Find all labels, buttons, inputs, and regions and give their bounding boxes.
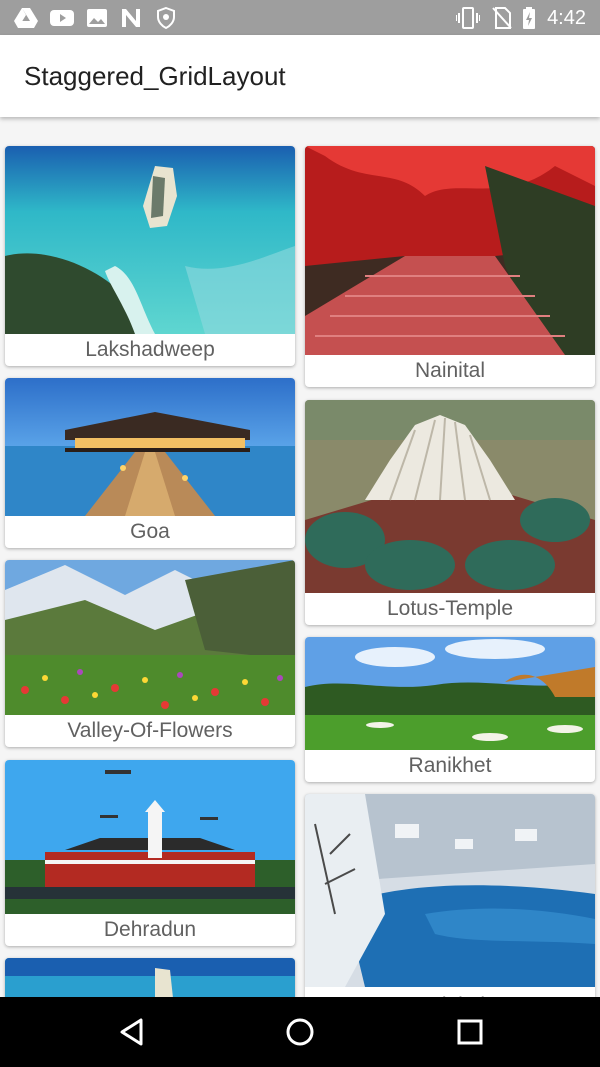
grid-card-label: Nainital [414,359,486,382]
nainital-image [305,146,595,355]
ranikhet-image [305,637,595,750]
no-sim-icon [492,7,512,29]
dehradun-image [5,760,295,914]
grid-card-partial[interactable] [5,958,295,997]
back-icon[interactable] [117,1017,147,1047]
grid-card-label: Valley-Of-Flowers [67,719,233,742]
grid-card-label: Goa [130,520,170,543]
grid-card-label: Nainital [305,987,595,997]
youtube-icon [50,7,74,29]
grid-card-ranikhet[interactable]: Ranikhet [305,637,595,782]
grid-card-valley-of-flowers[interactable]: Valley-Of-Flowers [5,560,295,747]
grid-card-goa[interactable]: Goa [5,378,295,548]
navigation-bar [0,997,600,1067]
grid-card-label: Ranikhet [408,754,492,777]
lakshadweep-image [5,146,295,334]
grid-card-lakshadweep[interactable]: Lakshadweep [5,146,295,366]
nainital-winter-image [305,794,595,987]
status-time: 4:42 [547,7,586,29]
home-icon[interactable] [285,1017,315,1047]
grid-card-lotus-temple[interactable]: Lotus-Temple [305,400,595,625]
battery-charging-icon [522,7,536,29]
app-title: Staggered_GridLayout [24,61,286,91]
recents-icon[interactable] [455,1017,485,1047]
grid-card-label: Dehradun [103,918,197,941]
lakshadweep-image-partial [5,958,295,997]
valley-of-flowers-image [5,560,295,715]
photos-icon [86,7,108,29]
grid-card-label: Lakshadweep [85,338,215,361]
n-app-icon [120,7,142,29]
grid-card-dehradun[interactable]: Dehradun [5,760,295,946]
staggered-grid[interactable]: Lakshadweep Goa Valley-Of-Flowers Dehrad… [0,117,600,997]
grid-card-nainital[interactable]: Nainital [305,146,595,387]
vibrate-icon [455,7,481,29]
grid-card-nainital-winter[interactable]: Nainital [305,794,595,997]
goa-image [5,378,295,516]
app-bar: Staggered_GridLayout [0,35,600,117]
lotus-temple-image [305,400,595,593]
drive-icon [14,7,38,29]
status-bar: 4:42 [0,0,600,35]
grid-card-label: Lotus-Temple [386,597,514,620]
shield-icon [156,6,176,30]
